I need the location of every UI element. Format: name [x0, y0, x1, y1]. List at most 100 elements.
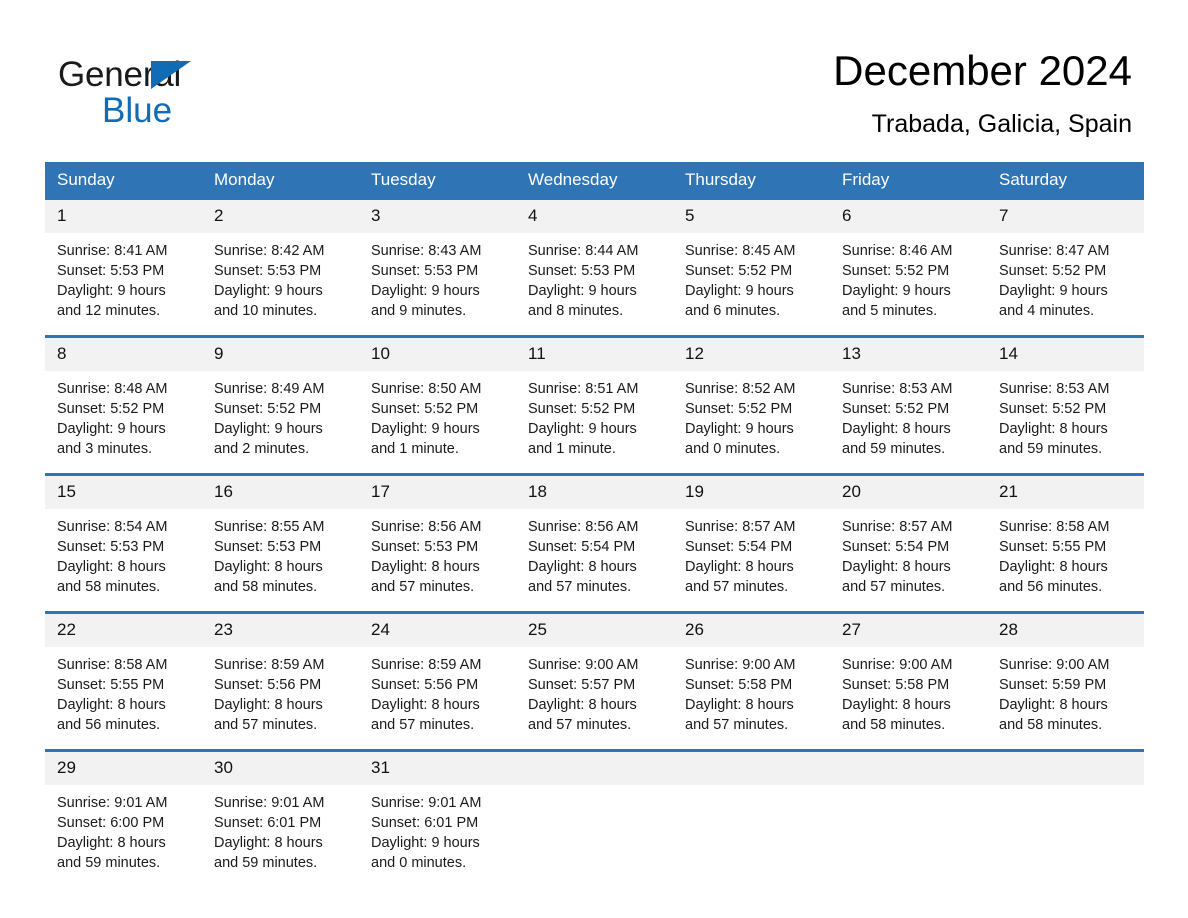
- day-cell[interactable]: Sunrise: 8:56 AM Sunset: 5:54 PM Daylight:…: [516, 509, 673, 611]
- day-cell[interactable]: Sunrise: 9:00 AM Sunset: 5:59 PM Daylight:…: [987, 647, 1144, 749]
- day-number[interactable]: 22: [45, 614, 202, 647]
- day-cell[interactable]: Sunrise: 8:53 AM Sunset: 5:52 PM Daylight:…: [830, 371, 987, 473]
- day-cell[interactable]: Sunrise: 8:54 AM Sunset: 5:53 PM Daylight:…: [45, 509, 202, 611]
- sunrise-text: Sunrise: 8:59 AM: [371, 657, 482, 673]
- day-number[interactable]: 10: [359, 338, 516, 371]
- day-number[interactable]: 5: [673, 200, 830, 233]
- day-number-band: 22 23 24 25 26 27 28: [45, 614, 1144, 647]
- day-number[interactable]: 16: [202, 476, 359, 509]
- day-cell[interactable]: Sunrise: 8:43 AM Sunset: 5:53 PM Daylight:…: [359, 233, 516, 335]
- day-cell[interactable]: Sunrise: 8:52 AM Sunset: 5:52 PM Daylight:…: [673, 371, 830, 473]
- day-number[interactable]: 23: [202, 614, 359, 647]
- day-number-band: 15 16 17 18 19 20 21: [45, 476, 1144, 509]
- calendar-page: General Blue December 2024 Trabada, Gali…: [0, 0, 1188, 918]
- day-cell[interactable]: Sunrise: 8:57 AM Sunset: 5:54 PM Daylight:…: [673, 509, 830, 611]
- day-number[interactable]: 26: [673, 614, 830, 647]
- daylight-text-line1: Daylight: 8 hours: [214, 697, 323, 713]
- day-number[interactable]: 9: [202, 338, 359, 371]
- day-cell[interactable]: Sunrise: 8:47 AM Sunset: 5:52 PM Daylight:…: [987, 233, 1144, 335]
- daylight-text-line2: and 57 minutes.: [214, 717, 318, 733]
- sunrise-text: Sunrise: 8:47 AM: [999, 243, 1110, 259]
- daylight-text-line1: Daylight: 9 hours: [685, 421, 794, 437]
- sunrise-text: Sunrise: 8:43 AM: [371, 243, 482, 259]
- day-number[interactable]: 30: [202, 752, 359, 785]
- daylight-text-line2: and 57 minutes.: [685, 579, 789, 595]
- calendar-week-row: 22 23 24 25 26 27 28 Sunrise: 8:58 AM Sunset: 5:…: [45, 611, 1144, 749]
- day-number[interactable]: 29: [45, 752, 202, 785]
- day-cell[interactable]: Sunrise: 9:00 AM Sunset: 5:58 PM Daylight:…: [830, 647, 987, 749]
- day-number-band: 29 30 31: [45, 752, 1144, 785]
- sunrise-text: Sunrise: 9:01 AM: [371, 795, 482, 811]
- daylight-text-line1: Daylight: 9 hours: [842, 283, 951, 299]
- day-number[interactable]: 19: [673, 476, 830, 509]
- daylight-text-line1: Daylight: 9 hours: [371, 421, 480, 437]
- day-number[interactable]: 20: [830, 476, 987, 509]
- day-number[interactable]: 25: [516, 614, 673, 647]
- sunset-text: Sunset: 5:52 PM: [685, 263, 793, 279]
- sunset-text: Sunset: 6:01 PM: [214, 815, 322, 831]
- day-cell[interactable]: Sunrise: 8:56 AM Sunset: 5:53 PM Daylight:…: [359, 509, 516, 611]
- weekday-header-monday: Monday: [214, 170, 275, 189]
- day-number[interactable]: 3: [359, 200, 516, 233]
- daylight-text-line2: and 57 minutes.: [528, 717, 632, 733]
- day-cell[interactable]: Sunrise: 8:48 AM Sunset: 5:52 PM Daylight:…: [45, 371, 202, 473]
- page-header: General Blue December 2024 Trabada, Gali…: [0, 0, 1188, 140]
- weekday-header-friday: Friday: [842, 170, 890, 189]
- sunrise-text: Sunrise: 9:01 AM: [214, 795, 325, 811]
- general-blue-logo[interactable]: General Blue: [58, 44, 318, 130]
- daylight-text-line1: Daylight: 9 hours: [214, 421, 323, 437]
- sunset-text: Sunset: 5:52 PM: [685, 401, 793, 417]
- day-number[interactable]: 4: [516, 200, 673, 233]
- day-cell[interactable]: Sunrise: 8:44 AM Sunset: 5:53 PM Daylight:…: [516, 233, 673, 335]
- day-cell[interactable]: Sunrise: 8:58 AM Sunset: 5:55 PM Daylight:…: [987, 509, 1144, 611]
- day-cell[interactable]: Sunrise: 8:46 AM Sunset: 5:52 PM Daylight:…: [830, 233, 987, 335]
- day-number-band: 8 9 10 11 12 13 14: [45, 338, 1144, 371]
- day-cell[interactable]: Sunrise: 8:42 AM Sunset: 5:53 PM Daylight:…: [202, 233, 359, 335]
- day-cell[interactable]: Sunrise: 8:58 AM Sunset: 5:55 PM Daylight:…: [45, 647, 202, 749]
- day-number[interactable]: 18: [516, 476, 673, 509]
- day-cell[interactable]: Sunrise: 9:01 AM Sunset: 6:01 PM Daylight:…: [359, 785, 516, 887]
- daylight-text-line2: and 3 minutes.: [57, 441, 153, 457]
- day-cell[interactable]: Sunrise: 8:59 AM Sunset: 5:56 PM Daylight:…: [202, 647, 359, 749]
- day-cell[interactable]: Sunrise: 8:41 AM Sunset: 5:53 PM Daylight:…: [45, 233, 202, 335]
- day-cell[interactable]: Sunrise: 9:01 AM Sunset: 6:01 PM Daylight:…: [202, 785, 359, 887]
- daylight-text-line2: and 57 minutes.: [685, 717, 789, 733]
- day-cell[interactable]: Sunrise: 9:01 AM Sunset: 6:00 PM Daylight:…: [45, 785, 202, 887]
- daylight-text-line2: and 59 minutes.: [214, 855, 318, 871]
- day-cell[interactable]: Sunrise: 9:00 AM Sunset: 5:58 PM Daylight:…: [673, 647, 830, 749]
- day-cell[interactable]: Sunrise: 8:49 AM Sunset: 5:52 PM Daylight:…: [202, 371, 359, 473]
- day-cell[interactable]: Sunrise: 9:00 AM Sunset: 5:57 PM Daylight:…: [516, 647, 673, 749]
- day-number[interactable]: 15: [45, 476, 202, 509]
- day-cell[interactable]: Sunrise: 8:45 AM Sunset: 5:52 PM Daylight:…: [673, 233, 830, 335]
- day-number[interactable]: 12: [673, 338, 830, 371]
- sunset-text: Sunset: 5:55 PM: [57, 677, 165, 693]
- day-number[interactable]: 6: [830, 200, 987, 233]
- daylight-text-line2: and 59 minutes.: [999, 441, 1103, 457]
- day-number[interactable]: 1: [45, 200, 202, 233]
- day-number[interactable]: 27: [830, 614, 987, 647]
- day-number[interactable]: 14: [987, 338, 1144, 371]
- day-number[interactable]: 7: [987, 200, 1144, 233]
- day-cell[interactable]: Sunrise: 8:57 AM Sunset: 5:54 PM Daylight:…: [830, 509, 987, 611]
- day-cell[interactable]: Sunrise: 8:55 AM Sunset: 5:53 PM Daylight:…: [202, 509, 359, 611]
- day-number[interactable]: 21: [987, 476, 1144, 509]
- sunrise-text: Sunrise: 8:57 AM: [842, 519, 953, 535]
- triangle-icon: [151, 61, 191, 89]
- day-number[interactable]: 2: [202, 200, 359, 233]
- day-cell[interactable]: Sunrise: 8:53 AM Sunset: 5:52 PM Daylight:…: [987, 371, 1144, 473]
- daylight-text-line2: and 58 minutes.: [842, 717, 946, 733]
- day-number[interactable]: 17: [359, 476, 516, 509]
- day-number[interactable]: 11: [516, 338, 673, 371]
- daylight-text-line2: and 58 minutes.: [214, 579, 318, 595]
- day-number[interactable]: 31: [359, 752, 516, 785]
- day-number[interactable]: 24: [359, 614, 516, 647]
- day-number[interactable]: 13: [830, 338, 987, 371]
- day-number-empty: [673, 752, 830, 785]
- day-cell[interactable]: Sunrise: 8:51 AM Sunset: 5:52 PM Daylight:…: [516, 371, 673, 473]
- daylight-text-line1: Daylight: 8 hours: [371, 559, 480, 575]
- day-cell[interactable]: Sunrise: 8:50 AM Sunset: 5:52 PM Daylight:…: [359, 371, 516, 473]
- day-number[interactable]: 28: [987, 614, 1144, 647]
- day-number[interactable]: 8: [45, 338, 202, 371]
- day-cell[interactable]: Sunrise: 8:59 AM Sunset: 5:56 PM Daylight:…: [359, 647, 516, 749]
- daylight-text-line2: and 59 minutes.: [57, 855, 161, 871]
